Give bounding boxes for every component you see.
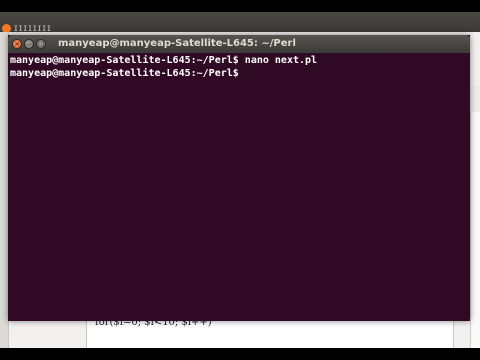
close-window-button[interactable]: × <box>12 39 22 49</box>
minimize-window-button[interactable]: – <box>24 39 34 49</box>
background-right-panel <box>470 112 480 348</box>
letterbox-bottom <box>0 348 480 360</box>
terminal-prompt: manyeap@manyeap-Satellite-L645:~/Perl$ <box>10 68 245 79</box>
text-cursor <box>245 67 251 78</box>
background-window-titlebar <box>0 12 480 32</box>
terminal-window[interactable]: × – □ manyeap@manyeap-Satellite-L645: ~/… <box>8 35 470 321</box>
terminal-prompt-line: manyeap@manyeap-Satellite-L645:~/Perl$ <box>10 67 468 79</box>
screen: ɪɪɪɪɪɪɪɪ for($i=0; $i<10; $i++) × – □ ma… <box>0 0 480 360</box>
terminal-output[interactable]: manyeap@manyeap-Satellite-L645:~/Perl$ n… <box>10 55 468 319</box>
maximize-window-button[interactable]: □ <box>36 39 46 49</box>
minimize-icon: – <box>27 39 31 48</box>
terminal-title: manyeap@manyeap-Satellite-L645: ~/Perl <box>58 38 296 49</box>
background-window-title: ɪɪɪɪɪɪɪɪ <box>14 23 52 34</box>
terminal-line: manyeap@manyeap-Satellite-L645:~/Perl$ n… <box>10 55 318 66</box>
maximize-icon: □ <box>37 39 45 48</box>
terminal-titlebar[interactable]: × – □ manyeap@manyeap-Satellite-L645: ~/… <box>8 35 470 53</box>
letterbox-top <box>0 0 480 12</box>
close-icon: × <box>14 39 20 48</box>
